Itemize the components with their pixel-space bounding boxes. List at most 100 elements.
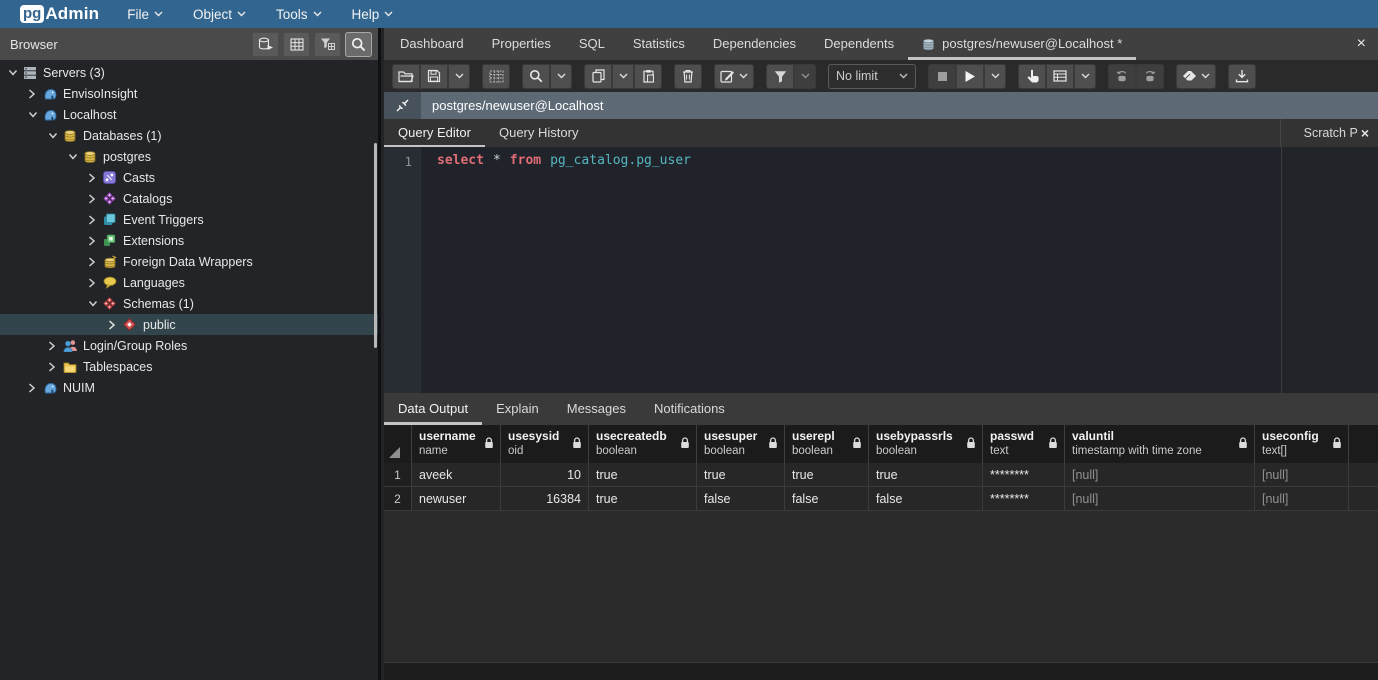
cell-usecreatedb[interactable]: true (589, 463, 697, 486)
column-header-usesysid[interactable]: usesysidoid (501, 425, 589, 463)
tree-item-nuim[interactable]: NUIM (0, 377, 378, 398)
tree-item-casts[interactable]: Casts (0, 167, 378, 188)
paste-button[interactable] (634, 64, 662, 89)
menu-object[interactable]: Object (193, 7, 246, 22)
column-header-usebypassrls[interactable]: usebypassrlsboolean (869, 425, 983, 463)
cell-usecreatedb[interactable]: true (589, 487, 697, 510)
tree-item-catalogs[interactable]: Catalogs (0, 188, 378, 209)
cell-passwd[interactable]: ******** (983, 463, 1065, 486)
chevron-collapsed-icon[interactable] (28, 383, 43, 393)
menu-help[interactable]: Help (352, 7, 394, 22)
filter-dropdown-button[interactable] (794, 64, 816, 89)
tab-query-tool-active[interactable]: postgres/newuser@Localhost * (908, 28, 1136, 60)
tree-item-login-group-roles[interactable]: Login/Group Roles (0, 335, 378, 356)
connect-server-button[interactable] (252, 32, 279, 57)
column-header-useconfig[interactable]: useconfigtext[] (1255, 425, 1349, 463)
rollback-button[interactable] (1136, 64, 1164, 89)
tree-item-postgres[interactable]: postgres (0, 146, 378, 167)
chevron-collapsed-icon[interactable] (48, 341, 63, 351)
open-file-button[interactable] (392, 64, 420, 89)
explain-dropdown-button[interactable] (1074, 64, 1096, 89)
find-button[interactable] (522, 64, 550, 89)
cell-usebypassrls[interactable]: false (869, 487, 983, 510)
cell-usesuper[interactable]: false (697, 487, 785, 510)
cell-username[interactable]: newuser (412, 487, 501, 510)
tab-sql[interactable]: SQL (565, 28, 619, 60)
copy-button[interactable] (584, 64, 612, 89)
tree-item-event-triggers[interactable]: Event Triggers (0, 209, 378, 230)
tab-data-output[interactable]: Data Output (384, 393, 482, 425)
tree-item-envisoinsight[interactable]: EnvisoInsight (0, 83, 378, 104)
tree-item-tablespaces[interactable]: Tablespaces (0, 356, 378, 377)
tab-query-history[interactable]: Query History (485, 119, 592, 147)
tree-item-servers[interactable]: Servers (3) (0, 62, 378, 83)
tab-statistics[interactable]: Statistics (619, 28, 699, 60)
cell-usesysid[interactable]: 10 (501, 463, 589, 486)
filter-button[interactable] (766, 64, 794, 89)
find-dropdown-button[interactable] (550, 64, 572, 89)
cell-userepl[interactable]: false (785, 487, 869, 510)
search-objects-button[interactable] (345, 32, 372, 57)
tab-dependencies[interactable]: Dependencies (699, 28, 810, 60)
cell-usesuper[interactable]: true (697, 463, 785, 486)
editor-code-line[interactable]: select*frompg_catalog.pg_user (421, 147, 700, 393)
row-number[interactable]: 2 (384, 487, 412, 510)
chevron-expanded-icon[interactable] (28, 111, 43, 119)
menu-file[interactable]: File (127, 7, 163, 22)
execute-query-button[interactable] (956, 64, 984, 89)
chevron-collapsed-icon[interactable] (28, 89, 43, 99)
column-header-usecreatedb[interactable]: usecreatedbboolean (589, 425, 697, 463)
cell-usebypassrls[interactable]: true (869, 463, 983, 486)
delete-button[interactable] (674, 64, 702, 89)
tree-item-databases[interactable]: Databases (1) (0, 125, 378, 146)
commit-button[interactable] (1108, 64, 1136, 89)
chevron-collapsed-icon[interactable] (88, 257, 103, 267)
chevron-expanded-icon[interactable] (8, 69, 23, 77)
row-number[interactable]: 1 (384, 463, 412, 486)
sql-editor[interactable]: 1 select*frompg_catalog.pg_user (384, 147, 1378, 393)
tree-item-schemas[interactable]: Schemas (1) (0, 293, 378, 314)
save-dropdown-button[interactable] (448, 64, 470, 89)
table-row[interactable]: 1 aveek 10 true true true true ******** … (384, 463, 1378, 487)
edit-dropdown-button[interactable] (714, 64, 754, 89)
close-panel-icon[interactable]: × (1357, 36, 1366, 52)
execute-dropdown-button[interactable] (984, 64, 1006, 89)
tab-properties[interactable]: Properties (478, 28, 565, 60)
chevron-collapsed-icon[interactable] (108, 320, 123, 330)
tab-dashboard[interactable]: Dashboard (386, 28, 478, 60)
tab-dependents[interactable]: Dependents (810, 28, 908, 60)
view-data-button[interactable] (283, 32, 310, 57)
cell-usesysid[interactable]: 16384 (501, 487, 589, 510)
column-header-username[interactable]: usernamename (412, 425, 501, 463)
chevron-expanded-icon[interactable] (88, 300, 103, 308)
row-limit-select[interactable]: No limit (828, 64, 916, 89)
chevron-collapsed-icon[interactable] (88, 194, 103, 204)
copy-dropdown-button[interactable] (612, 64, 634, 89)
tree-item-extensions[interactable]: Extensions (0, 230, 378, 251)
column-header-usesuper[interactable]: usesuperboolean (697, 425, 785, 463)
cell-username[interactable]: aveek (412, 463, 501, 486)
explain-analyze-button[interactable] (1046, 64, 1074, 89)
chevron-collapsed-icon[interactable] (88, 278, 103, 288)
cell-userepl[interactable]: true (785, 463, 869, 486)
tree-item-foreign-data-wrappers[interactable]: Foreign Data Wrappers (0, 251, 378, 272)
cancel-query-button[interactable] (928, 64, 956, 89)
connection-status-button[interactable] (384, 92, 421, 119)
download-results-button[interactable] (1228, 64, 1256, 89)
table-row[interactable]: 2 newuser 16384 true false false false *… (384, 487, 1378, 511)
scratch-pad-close-icon[interactable]: × (1361, 125, 1369, 141)
tab-query-editor[interactable]: Query Editor (384, 119, 485, 147)
menu-tools[interactable]: Tools (276, 7, 322, 22)
macro-dropdown-button[interactable] (1176, 64, 1216, 89)
chevron-collapsed-icon[interactable] (88, 236, 103, 246)
save-file-button[interactable] (420, 64, 448, 89)
edit-grid-button[interactable] (482, 64, 510, 89)
tree-item-languages[interactable]: Languages (0, 272, 378, 293)
cell-valuntil[interactable]: [null] (1065, 463, 1255, 486)
explain-button[interactable] (1018, 64, 1046, 89)
scratch-pad-panel[interactable] (1282, 147, 1378, 393)
tree-scrollbar-thumb[interactable] (374, 143, 377, 348)
tree-item-public-schema[interactable]: public (0, 314, 378, 335)
tab-explain[interactable]: Explain (482, 393, 553, 425)
filtered-rows-button[interactable] (314, 32, 341, 57)
